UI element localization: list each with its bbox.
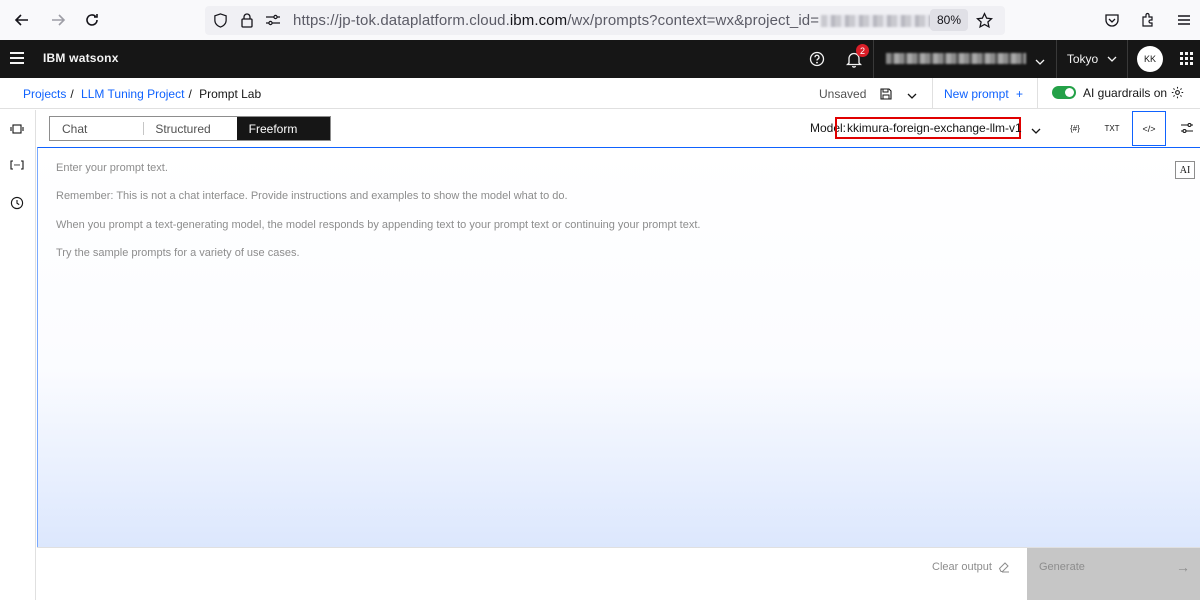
- save-icon[interactable]: [880, 87, 892, 105]
- view-text-button[interactable]: TXT: [1095, 111, 1129, 146]
- url-text[interactable]: https://jp-tok.dataplatform.cloud.ibm.co…: [293, 12, 962, 29]
- region-selector[interactable]: Tokyo: [1058, 40, 1128, 78]
- divider: [1037, 78, 1038, 109]
- breadcrumb: Projects / LLM Tuning Project / Prompt Lab: [23, 87, 261, 101]
- prompt-variables-button[interactable]: {#}: [1058, 111, 1092, 146]
- variables-icon[interactable]: [9, 157, 25, 173]
- clear-output-label: Clear output: [932, 561, 992, 573]
- tab-freeform[interactable]: Freeform: [236, 117, 330, 140]
- back-icon[interactable]: [10, 8, 34, 32]
- lock-icon[interactable]: [240, 12, 254, 33]
- clear-output-button[interactable]: Clear output: [932, 561, 1010, 573]
- chevron-down-icon: [1107, 56, 1117, 62]
- avatar[interactable]: KK: [1137, 46, 1163, 72]
- new-prompt-label: New prompt: [944, 87, 1009, 101]
- generate-bar: Clear output Generate →: [37, 547, 1200, 600]
- breadcrumb-current: Prompt Lab: [199, 87, 262, 101]
- plus-icon: +: [1016, 87, 1024, 101]
- brand-logo[interactable]: IBM watsonx: [43, 51, 119, 65]
- ai-badge[interactable]: AI: [1175, 161, 1195, 179]
- settings-gear-icon[interactable]: [1171, 86, 1184, 104]
- model-chevron-down-icon[interactable]: [1030, 123, 1042, 141]
- sample-prompts-icon[interactable]: [9, 121, 25, 137]
- model-selector[interactable]: kkimura-foreign-exchange-llm-v1: [835, 117, 1022, 139]
- bookmark-star-icon[interactable]: [976, 12, 993, 34]
- mode-switcher: Chat Structured Freeform: [49, 116, 331, 141]
- menu-icon[interactable]: [1172, 8, 1196, 32]
- eraser-icon: [998, 562, 1009, 573]
- hamburger-menu-icon[interactable]: [10, 52, 24, 64]
- save-status: Unsaved: [819, 87, 867, 101]
- browser-toolbar: https://jp-tok.dataplatform.cloud.ibm.co…: [0, 0, 1200, 40]
- page-toolbar: Projects / LLM Tuning Project / Prompt Lab…: [0, 78, 1200, 109]
- zoom-level-badge[interactable]: 80%: [930, 9, 968, 31]
- guardrails-toggle[interactable]: [1052, 86, 1076, 99]
- shield-icon[interactable]: [213, 13, 228, 33]
- brand-product: watsonx: [69, 51, 119, 65]
- editor-hint: Enter your prompt text.: [56, 162, 168, 174]
- new-prompt-button[interactable]: New prompt +: [944, 87, 1023, 101]
- app-switcher-icon[interactable]: [1180, 52, 1193, 65]
- generate-button[interactable]: Generate →: [1027, 548, 1200, 600]
- history-clock-icon[interactable]: [9, 195, 25, 211]
- brand-ibm: IBM: [43, 51, 66, 65]
- forward-icon[interactable]: [46, 8, 70, 32]
- redacted-account-name: [886, 53, 1026, 64]
- url-path: /wx/prompts?context=wx&project_id=: [567, 12, 820, 29]
- guardrails-label: AI guardrails on: [1083, 86, 1168, 100]
- editor-hint: Try the sample prompts for a variety of …: [56, 247, 300, 259]
- url-prefix: https://jp-tok.dataplatform.cloud.: [293, 12, 510, 29]
- model-parameters-icon[interactable]: [1180, 121, 1194, 140]
- permissions-icon[interactable]: [265, 13, 281, 32]
- divider: [932, 78, 933, 109]
- generate-label: Generate: [1039, 561, 1085, 573]
- view-code-button[interactable]: </>: [1132, 111, 1166, 146]
- save-options-chevron-icon[interactable]: [906, 88, 918, 106]
- help-icon[interactable]: [805, 47, 829, 71]
- editor-hint: When you prompt a text-generating model,…: [56, 219, 701, 231]
- left-rail: [0, 110, 36, 600]
- extensions-icon[interactable]: [1136, 8, 1160, 32]
- breadcrumb-separator: /: [188, 87, 192, 101]
- breadcrumb-project[interactable]: LLM Tuning Project: [81, 87, 184, 101]
- breadcrumb-projects[interactable]: Projects: [23, 87, 66, 101]
- region-label: Tokyo: [1066, 52, 1099, 66]
- breadcrumb-separator: /: [70, 87, 74, 101]
- account-switcher[interactable]: [873, 40, 1057, 78]
- tab-chat[interactable]: Chat: [50, 117, 144, 140]
- notification-count-badge: 2: [856, 44, 869, 57]
- tab-structured[interactable]: Structured: [143, 117, 237, 140]
- url-host: ibm.com: [509, 12, 568, 29]
- chevron-down-icon: [1034, 54, 1046, 72]
- editor-hint: Remember: This is not a chat interface. …: [56, 190, 568, 202]
- reload-icon[interactable]: [80, 8, 104, 32]
- pocket-icon[interactable]: [1100, 8, 1124, 32]
- prompt-editor[interactable]: Enter your prompt text. Remember: This i…: [37, 147, 1200, 547]
- arrow-right-icon: →: [1176, 559, 1190, 575]
- address-bar[interactable]: https://jp-tok.dataplatform.cloud.ibm.co…: [205, 6, 1005, 35]
